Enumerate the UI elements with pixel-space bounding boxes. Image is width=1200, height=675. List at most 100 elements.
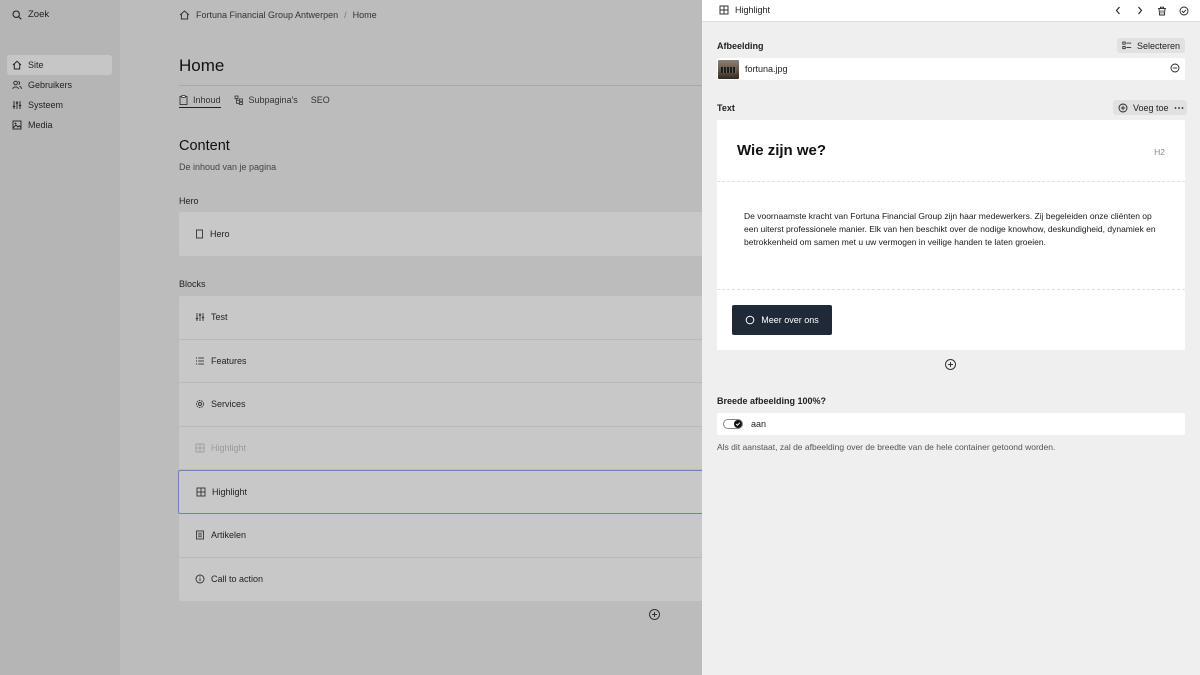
tab-label: SEO	[310, 95, 330, 105]
sidebar-item-label: Media	[28, 120, 53, 130]
select-image-button[interactable]: Selecteren	[1116, 38, 1185, 53]
breadcrumb-current[interactable]: Home	[353, 10, 377, 20]
plus-circle-icon	[1118, 103, 1128, 113]
content-subtitle: De inhoud van je pagina	[179, 162, 277, 172]
layout-icon	[719, 5, 729, 15]
breadcrumb-site-link[interactable]: Fortuna Financial Group Antwerpen	[196, 10, 338, 20]
plus-icon	[651, 611, 658, 618]
divider	[717, 289, 1185, 290]
tab-seo[interactable]: SEO	[311, 92, 330, 108]
tab-label: Subpagina's	[248, 95, 298, 105]
sidebar-item-site[interactable]: Site	[7, 55, 112, 75]
add-text-block-button[interactable]: Voeg toe	[1113, 100, 1174, 115]
heading-level-badge: H2	[1154, 147, 1165, 157]
page-title: Home	[179, 56, 225, 75]
cta-label: Meer over ons	[761, 315, 819, 325]
toggle-knob	[734, 420, 742, 428]
add-text-item-button[interactable]	[945, 359, 956, 370]
users-icon	[12, 80, 22, 90]
sidebar-item-label: Systeem	[28, 100, 64, 110]
sliders-icon	[12, 100, 22, 110]
select-list-icon	[1122, 41, 1132, 50]
text-editor[interactable]: Wie zijn we? H2 De voornaamste kracht va…	[717, 120, 1185, 350]
toggle-value-label: aan	[751, 419, 767, 429]
next-button[interactable]	[1133, 4, 1146, 17]
list-icon	[195, 356, 205, 366]
block-editor-panel: Highlight Afbeelding Selecteren fortuna.…	[702, 0, 1200, 675]
layout-icon	[195, 443, 205, 453]
text-paragraph[interactable]: De voornaamste kracht van Fortuna Financ…	[744, 210, 1159, 249]
tab-bar: Inhoud Subpagina's SEO	[179, 85, 702, 108]
block-label: Highlight	[211, 443, 247, 454]
selected-image-row: fortuna.jpg	[717, 58, 1185, 80]
tab-subpaginas[interactable]: Subpagina's	[234, 92, 298, 108]
tab-label: Inhoud	[193, 94, 221, 105]
trash-icon	[1157, 6, 1167, 16]
block-item-highlight-ghost: Highlight	[179, 427, 702, 471]
sitemap-icon	[234, 95, 244, 105]
panel-title: Highlight	[735, 5, 771, 15]
delete-button[interactable]	[1155, 4, 1168, 17]
add-text-label: Voeg toe	[1133, 102, 1169, 113]
sidebar-nav: Site Gebruikers Systeem Media	[7, 55, 112, 135]
block-item-call-to-action[interactable]: Call to action	[179, 558, 702, 602]
block-label: Artikelen	[211, 530, 247, 541]
breadcrumb-separator: /	[344, 10, 347, 20]
info-icon	[195, 574, 205, 584]
tab-inhoud[interactable]: Inhoud	[179, 92, 221, 108]
sidebar-item-label: Site	[28, 60, 44, 70]
block-item-artikelen[interactable]: Artikelen	[179, 514, 702, 558]
block-item-services[interactable]: Services	[179, 383, 702, 427]
main-content: Fortuna Financial Group Antwerpen / Home…	[120, 0, 702, 675]
hero-card: Hero	[179, 212, 702, 256]
search-button[interactable]: Zoek	[12, 9, 49, 20]
wide-image-toggle-row: aan	[717, 413, 1185, 435]
add-block-button[interactable]	[649, 609, 660, 620]
block-item-features[interactable]: Features	[179, 340, 702, 384]
text-heading[interactable]: Wie zijn we?	[737, 142, 826, 159]
hero-section-label: Hero	[179, 196, 199, 206]
text-field-label: Text	[717, 103, 735, 113]
remove-image-button[interactable]	[1170, 63, 1180, 73]
sidebar-item-label: Gebruikers	[28, 80, 73, 90]
hero-item[interactable]: Hero	[179, 212, 702, 256]
divider	[717, 181, 1185, 182]
image-field-label: Afbeelding	[717, 41, 764, 51]
sidebar: Zoek Site Gebruikers Systeem Media	[0, 0, 120, 675]
panel-header: Highlight	[702, 0, 1200, 22]
block-label: Services	[211, 399, 246, 410]
home-icon	[12, 60, 22, 70]
blocks-list: Test Features Services Highlight Highlig…	[178, 296, 702, 602]
block-label: Hero	[210, 229, 230, 239]
chevron-right-icon	[1136, 6, 1144, 15]
block-label: Test	[211, 312, 228, 323]
home-icon[interactable]	[179, 10, 190, 20]
sliders-icon	[195, 312, 205, 322]
previous-button[interactable]	[1111, 4, 1124, 17]
wide-image-field-label: Breede afbeelding 100%?	[717, 396, 827, 406]
sidebar-item-systeem[interactable]: Systeem	[7, 95, 112, 115]
chevron-left-icon	[1114, 6, 1122, 15]
circle-icon	[745, 315, 755, 325]
block-label: Call to action	[211, 574, 264, 585]
block-label: Features	[211, 355, 247, 366]
check-circle-icon	[1179, 6, 1189, 16]
sidebar-item-media[interactable]: Media	[7, 115, 112, 135]
confirm-button[interactable]	[1177, 4, 1190, 17]
search-icon	[12, 9, 22, 20]
cta-button[interactable]: Meer over ons	[732, 305, 832, 335]
image-thumbnail	[718, 59, 739, 79]
wide-image-help-text: Als dit aanstaat, zal de afbeelding over…	[717, 442, 1056, 452]
more-options-button[interactable]	[1171, 100, 1187, 115]
image-icon	[12, 120, 22, 130]
ellipsis-icon	[1174, 106, 1184, 110]
clipboard-icon	[179, 94, 188, 105]
block-item-test[interactable]: Test	[179, 296, 702, 340]
image-file-name: fortuna.jpg	[745, 64, 788, 74]
breadcrumb: Fortuna Financial Group Antwerpen / Home	[179, 10, 377, 20]
document-icon	[195, 530, 205, 540]
wide-image-toggle[interactable]	[723, 419, 743, 429]
block-item-highlight[interactable]: Highlight	[178, 470, 702, 514]
layout-icon	[196, 487, 206, 497]
sidebar-item-gebruikers[interactable]: Gebruikers	[7, 75, 112, 95]
